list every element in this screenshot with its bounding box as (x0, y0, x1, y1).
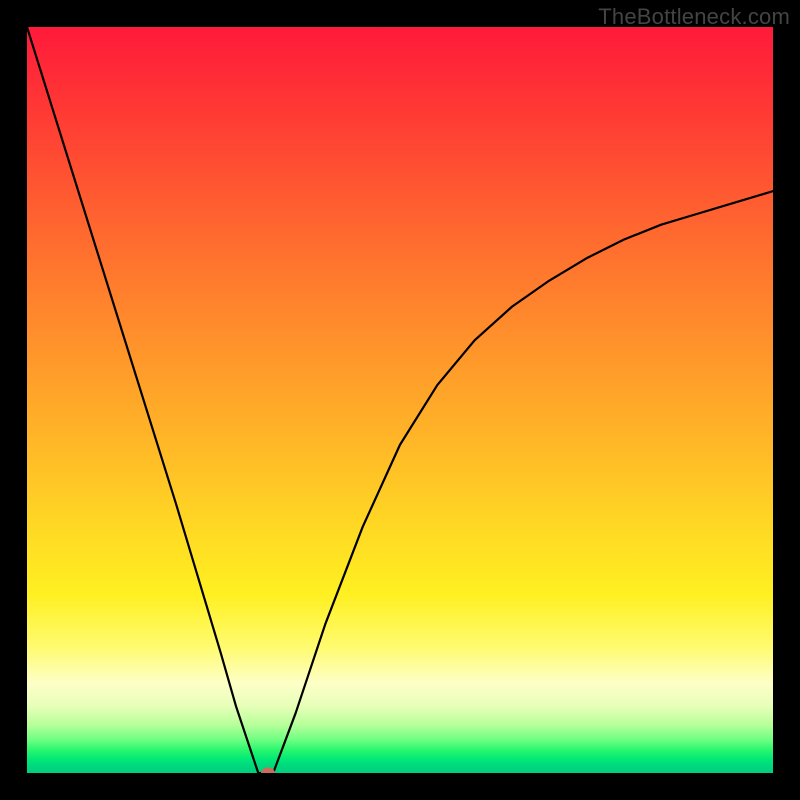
bottleneck-curve (27, 27, 773, 773)
plot-area (27, 27, 773, 773)
watermark-text: TheBottleneck.com (598, 4, 790, 30)
chart-frame: TheBottleneck.com (0, 0, 800, 800)
curve-path (27, 27, 773, 773)
optimal-point-marker (261, 768, 275, 774)
